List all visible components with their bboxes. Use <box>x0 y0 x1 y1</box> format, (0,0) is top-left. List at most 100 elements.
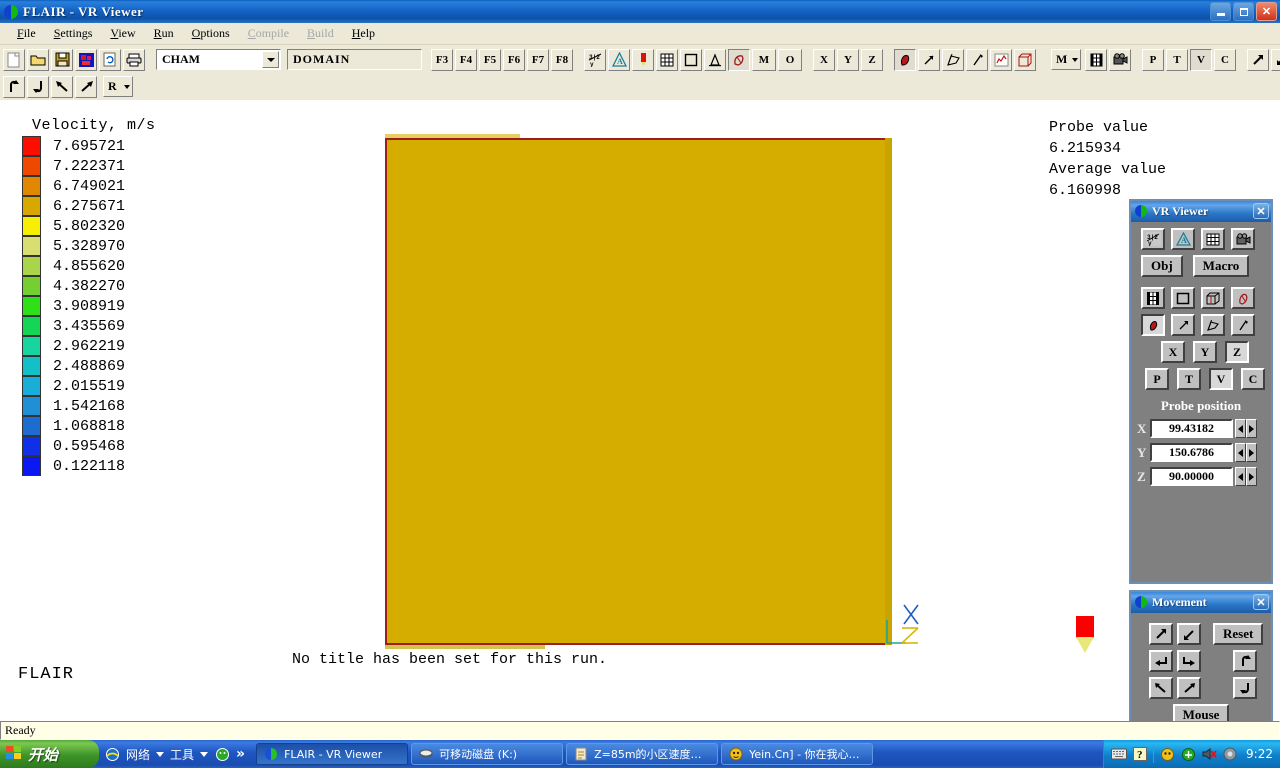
toolbar-f4-button[interactable]: F4 <box>455 48 477 71</box>
move-down-left-icon[interactable] <box>1177 623 1201 645</box>
spin-right-icon[interactable] <box>1246 443 1257 462</box>
macro-button[interactable]: Macro <box>1192 255 1250 277</box>
grid-icon[interactable] <box>1201 228 1225 250</box>
outline-icon[interactable] <box>680 48 702 71</box>
ie-icon[interactable] <box>104 746 120 762</box>
vector-icon[interactable]: 3|2y <box>584 48 606 71</box>
film-icon[interactable] <box>1085 48 1107 71</box>
toolbar-o-button[interactable]: O <box>778 48 802 71</box>
arrow-icon[interactable] <box>1171 314 1195 336</box>
probe-icon[interactable] <box>632 48 654 71</box>
rotate-up-icon[interactable] <box>1233 650 1257 672</box>
move-up-right-icon[interactable] <box>1149 623 1173 645</box>
streamline-icon[interactable] <box>894 48 916 71</box>
camera-icon[interactable] <box>1109 48 1131 71</box>
box-icon[interactable] <box>1201 287 1225 309</box>
toolbar-m-button[interactable]: M <box>752 48 776 71</box>
taskbar-item-drive[interactable]: 可移动磁盘 (K:) <box>411 743 564 765</box>
arrow-down-left-icon[interactable] <box>1271 48 1280 71</box>
m-dropdown[interactable]: M <box>1051 49 1081 70</box>
vr-v-button[interactable]: V <box>1209 368 1233 390</box>
toolbar-z-button[interactable]: Z <box>861 48 883 71</box>
toolbar-x-button[interactable]: X <box>813 48 835 71</box>
movement-panel-close-icon[interactable]: ✕ <box>1253 594 1269 610</box>
msn-icon[interactable] <box>214 746 230 762</box>
chevron-down-icon[interactable] <box>156 751 165 757</box>
probe-x-input[interactable]: 99.43182 <box>1150 419 1233 438</box>
toolbar-v-button[interactable]: V <box>1190 48 1212 71</box>
move-return-left-icon[interactable] <box>1149 650 1173 672</box>
volume-mute-icon[interactable] <box>1201 746 1217 762</box>
quicklaunch-label-tools[interactable]: 工具 <box>170 746 194 763</box>
chevron-down-icon[interactable] <box>200 751 209 757</box>
shape-icon[interactable] <box>1231 287 1255 309</box>
move-up-right-diag-icon[interactable] <box>1177 677 1201 699</box>
probe-z-input[interactable]: 90.00000 <box>1150 467 1233 486</box>
open-folder-icon[interactable] <box>27 48 49 71</box>
outline-icon[interactable] <box>1171 287 1195 309</box>
taskbar-clock[interactable]: 9:22 <box>1246 747 1273 761</box>
chevron-down-icon[interactable] <box>262 51 279 68</box>
rotate-down-icon[interactable] <box>27 75 49 98</box>
spin-right-icon[interactable] <box>1246 467 1257 486</box>
reset-button[interactable]: Reset <box>1213 623 1264 645</box>
spin-left-icon[interactable] <box>1235 467 1246 486</box>
toolbar-c-button[interactable]: C <box>1214 48 1236 71</box>
contour-icon[interactable]: A <box>608 48 630 71</box>
movement-panel-titlebar[interactable]: Movement ✕ <box>1131 592 1271 613</box>
flag-icon[interactable] <box>1201 314 1225 336</box>
vr-t-button[interactable]: T <box>1177 368 1201 390</box>
pen-icon[interactable] <box>966 48 988 71</box>
save-disk-icon[interactable] <box>51 48 73 71</box>
toolbar-t-button[interactable]: T <box>1166 48 1188 71</box>
rotate-right-icon[interactable] <box>75 75 97 98</box>
iso-icon[interactable] <box>728 48 750 71</box>
probe-y-input[interactable]: 150.6786 <box>1150 443 1233 462</box>
menu-item-run[interactable]: Run <box>145 24 183 43</box>
toolbar-f8-button[interactable]: F8 <box>551 48 573 71</box>
print-icon[interactable] <box>123 48 145 71</box>
probe-marker-icon[interactable] <box>1076 616 1094 653</box>
menu-item-view[interactable]: View <box>101 24 144 43</box>
toolbar-p-button[interactable]: P <box>1142 48 1164 71</box>
r-combo[interactable]: R <box>103 76 133 97</box>
vr-z-button[interactable]: Z <box>1225 341 1249 363</box>
close-button[interactable]: ✕ <box>1256 2 1277 21</box>
camera-icon[interactable] <box>1231 228 1255 250</box>
vr-viewer-panel-close-icon[interactable]: ✕ <box>1253 203 1269 219</box>
contour-plot-region[interactable] <box>385 138 1094 653</box>
new-file-icon[interactable] <box>3 48 25 71</box>
palette-icon[interactable] <box>75 48 97 71</box>
box-icon[interactable] <box>1014 48 1036 71</box>
chevron-down-icon[interactable] <box>124 85 130 89</box>
vr-c-button[interactable]: C <box>1241 368 1265 390</box>
quicklaunch-chevron[interactable]: » <box>236 746 245 762</box>
toolbar-f6-button[interactable]: F6 <box>503 48 525 71</box>
move-return-right-icon[interactable] <box>1177 650 1201 672</box>
toolbar-f7-button[interactable]: F7 <box>527 48 549 71</box>
taskbar-item-doc[interactable]: Z=85m的小区速度… <box>566 743 719 765</box>
vr-y-button[interactable]: Y <box>1193 341 1217 363</box>
case-combo[interactable]: CHAM <box>156 49 281 70</box>
rotate-up-icon[interactable] <box>3 75 25 98</box>
shield-icon[interactable] <box>1222 746 1238 762</box>
spin-left-icon[interactable] <box>1235 419 1246 438</box>
start-button[interactable]: 开始 <box>0 740 99 768</box>
maximize-button[interactable] <box>1233 2 1254 21</box>
grid-icon[interactable] <box>656 48 678 71</box>
vr-viewer-panel-titlebar[interactable]: VR Viewer ✕ <box>1131 201 1271 222</box>
settings-icon[interactable]: 3|2y <box>1141 228 1165 250</box>
pen-icon[interactable] <box>1231 314 1255 336</box>
vr-p-button[interactable]: P <box>1145 368 1169 390</box>
arrow-up-right-icon[interactable] <box>1247 48 1269 71</box>
toolbar-y-button[interactable]: Y <box>837 48 859 71</box>
chart-icon[interactable] <box>990 48 1012 71</box>
taskbar-item-flair[interactable]: FLAIR - VR Viewer <box>256 743 409 765</box>
obj-button[interactable]: Obj <box>1141 255 1183 277</box>
network-icon[interactable] <box>1180 746 1196 762</box>
flag-icon[interactable] <box>942 48 964 71</box>
vr-x-button[interactable]: X <box>1161 341 1185 363</box>
refresh-icon[interactable] <box>99 48 121 71</box>
quicklaunch-label-network[interactable]: 网络 <box>126 746 150 763</box>
streamline-icon[interactable] <box>1141 314 1165 336</box>
